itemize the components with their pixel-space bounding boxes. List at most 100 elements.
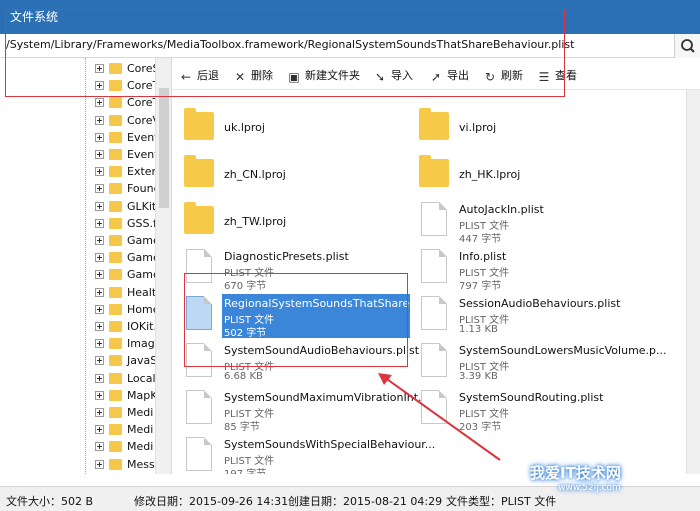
tree-vertical-scrollbar[interactable]	[155, 58, 171, 474]
tree-item-label: Healt	[127, 285, 157, 299]
status-modified-date: 修改日期：2015-09-26 14:31	[134, 495, 289, 508]
expand-icon[interactable]	[95, 115, 104, 125]
status-file-size: 文件大小：502 B	[6, 495, 94, 508]
tree-scroll-thumb[interactable]	[159, 88, 169, 208]
file-name: zh_CN.lproj	[224, 168, 286, 181]
file-name: AutoJackIn.plist	[459, 203, 544, 216]
folder-item[interactable]: vi.lproj	[409, 106, 639, 150]
expand-icon[interactable]	[95, 132, 104, 142]
folder-icon	[184, 155, 214, 187]
tree-item-label: Event	[127, 148, 159, 161]
window-title: 文件系统	[10, 10, 59, 24]
file-item[interactable]: DiagnosticPresets.plist PLIST 文件 670 字节	[174, 247, 404, 292]
expand-icon[interactable]	[95, 304, 104, 314]
folder-icon	[109, 458, 122, 470]
folder-item[interactable]: zh_CN.lproj	[174, 153, 404, 197]
expand-icon[interactable]	[95, 287, 104, 297]
expand-icon[interactable]	[95, 373, 104, 383]
file-item[interactable]: RegionalSystemSoundsThatShareBe... PLIST …	[174, 294, 434, 339]
expand-icon[interactable]	[95, 184, 104, 194]
new-folder-button[interactable]: ▣ 新建文件夹	[288, 67, 360, 83]
expand-icon[interactable]	[95, 339, 104, 349]
expand-icon[interactable]	[95, 356, 104, 366]
expand-icon[interactable]	[95, 390, 104, 400]
expand-icon[interactable]	[95, 253, 104, 263]
folder-icon	[109, 80, 122, 92]
expand-icon[interactable]	[95, 322, 104, 331]
path-input[interactable]: /System/Library/Frameworks/MediaToolbox.…	[6, 38, 574, 51]
expand-icon[interactable]	[95, 64, 104, 73]
folder-icon	[109, 338, 122, 350]
document-icon	[186, 437, 212, 471]
view-button[interactable]: ☰ 查看	[538, 67, 577, 83]
folder-icon	[109, 166, 122, 178]
tree-item-label: Exter	[127, 165, 157, 179]
search-button[interactable]	[674, 34, 700, 58]
folder-icon	[109, 131, 122, 143]
file-name: zh_TW.lproj	[224, 215, 287, 228]
close-icon: ✕	[234, 70, 246, 84]
delete-button[interactable]: ✕ 删除	[234, 67, 273, 83]
view-icon: ☰	[538, 70, 550, 84]
expand-icon[interactable]	[95, 236, 104, 245]
file-size: 85 字节	[224, 422, 260, 433]
annotation-arrow-icon	[378, 373, 501, 461]
folder-icon	[109, 252, 122, 264]
status-created-date: 创建日期：2015-08-21 04:29	[288, 495, 443, 508]
export-button[interactable]: ➚ 导出	[430, 67, 469, 83]
folder-icon	[109, 407, 122, 418]
folder-tree[interactable]: CoreS CoreT CoreT CoreV Event Event Exter Found…	[0, 58, 172, 474]
folder-icon	[109, 355, 122, 367]
expand-icon[interactable]	[95, 167, 104, 177]
expand-icon[interactable]	[95, 425, 104, 435]
refresh-icon: ↻	[484, 70, 496, 84]
document-icon	[421, 249, 447, 283]
expand-icon[interactable]	[95, 218, 104, 228]
export-icon: ➚	[430, 70, 442, 84]
file-item[interactable]: Info.plist PLIST 文件 797 字节	[409, 247, 639, 292]
expand-icon[interactable]	[95, 270, 104, 280]
folder-icon	[109, 217, 122, 229]
tree-item-label: Medi	[127, 440, 154, 454]
expand-icon[interactable]	[95, 81, 104, 91]
import-icon: ➘	[374, 70, 386, 84]
document-icon	[186, 343, 212, 377]
folder-icon	[109, 372, 122, 384]
tree-item-label: Medi	[127, 423, 154, 437]
folder-item[interactable]: zh_HK.lproj	[409, 153, 639, 197]
tree-item-label: IOKit.	[127, 320, 157, 333]
expand-icon[interactable]	[95, 150, 104, 159]
import-button[interactable]: ➘ 导入	[374, 67, 413, 83]
tree-guide-line	[85, 58, 86, 474]
file-size: 1.13 KB	[459, 324, 498, 335]
file-vertical-scrollbar[interactable]	[686, 90, 700, 474]
file-size: 447 字节	[459, 234, 502, 245]
expand-icon[interactable]	[95, 201, 104, 211]
expand-icon[interactable]	[95, 459, 104, 469]
file-item[interactable]: AutoJackIn.plist PLIST 文件 447 字节	[409, 200, 639, 245]
expand-icon[interactable]	[95, 408, 104, 417]
folder-icon	[419, 108, 449, 140]
file-name: vi.lproj	[459, 121, 497, 134]
file-name: RegionalSystemSoundsThatShareBe...	[224, 297, 435, 310]
back-button[interactable]: ← 后退	[180, 67, 219, 83]
folder-icon	[184, 108, 214, 140]
toolbar: ← 后退 ✕ 删除 ▣ 新建文件夹 ➘ 导入 ➚ 导出 ↻ 刷新 ☰ 查看	[172, 58, 700, 90]
file-size: 797 字节	[459, 281, 502, 292]
folder-icon	[109, 389, 122, 401]
path-bar[interactable]: /System/Library/Frameworks/MediaToolbox.…	[0, 34, 700, 58]
refresh-button[interactable]: ↻ 刷新	[484, 67, 523, 83]
folder-icon	[109, 183, 122, 195]
folder-item[interactable]: zh_TW.lproj	[174, 200, 404, 244]
file-name: SessionAudioBehaviours.plist	[459, 297, 621, 310]
tree-item-label: Mess	[127, 457, 155, 471]
file-name: zh_HK.lproj	[459, 168, 521, 181]
tree-item-label: Medi	[127, 406, 154, 419]
folder-icon	[184, 202, 214, 234]
folder-item[interactable]: uk.lproj	[174, 106, 404, 150]
file-name: SystemSoundAudioBehaviours.plist	[224, 344, 420, 357]
expand-icon[interactable]	[95, 442, 104, 452]
file-item[interactable]: SessionAudioBehaviours.plist PLIST 文件 1.13…	[409, 294, 639, 338]
new-folder-icon: ▣	[288, 70, 300, 84]
expand-icon[interactable]	[95, 98, 104, 108]
